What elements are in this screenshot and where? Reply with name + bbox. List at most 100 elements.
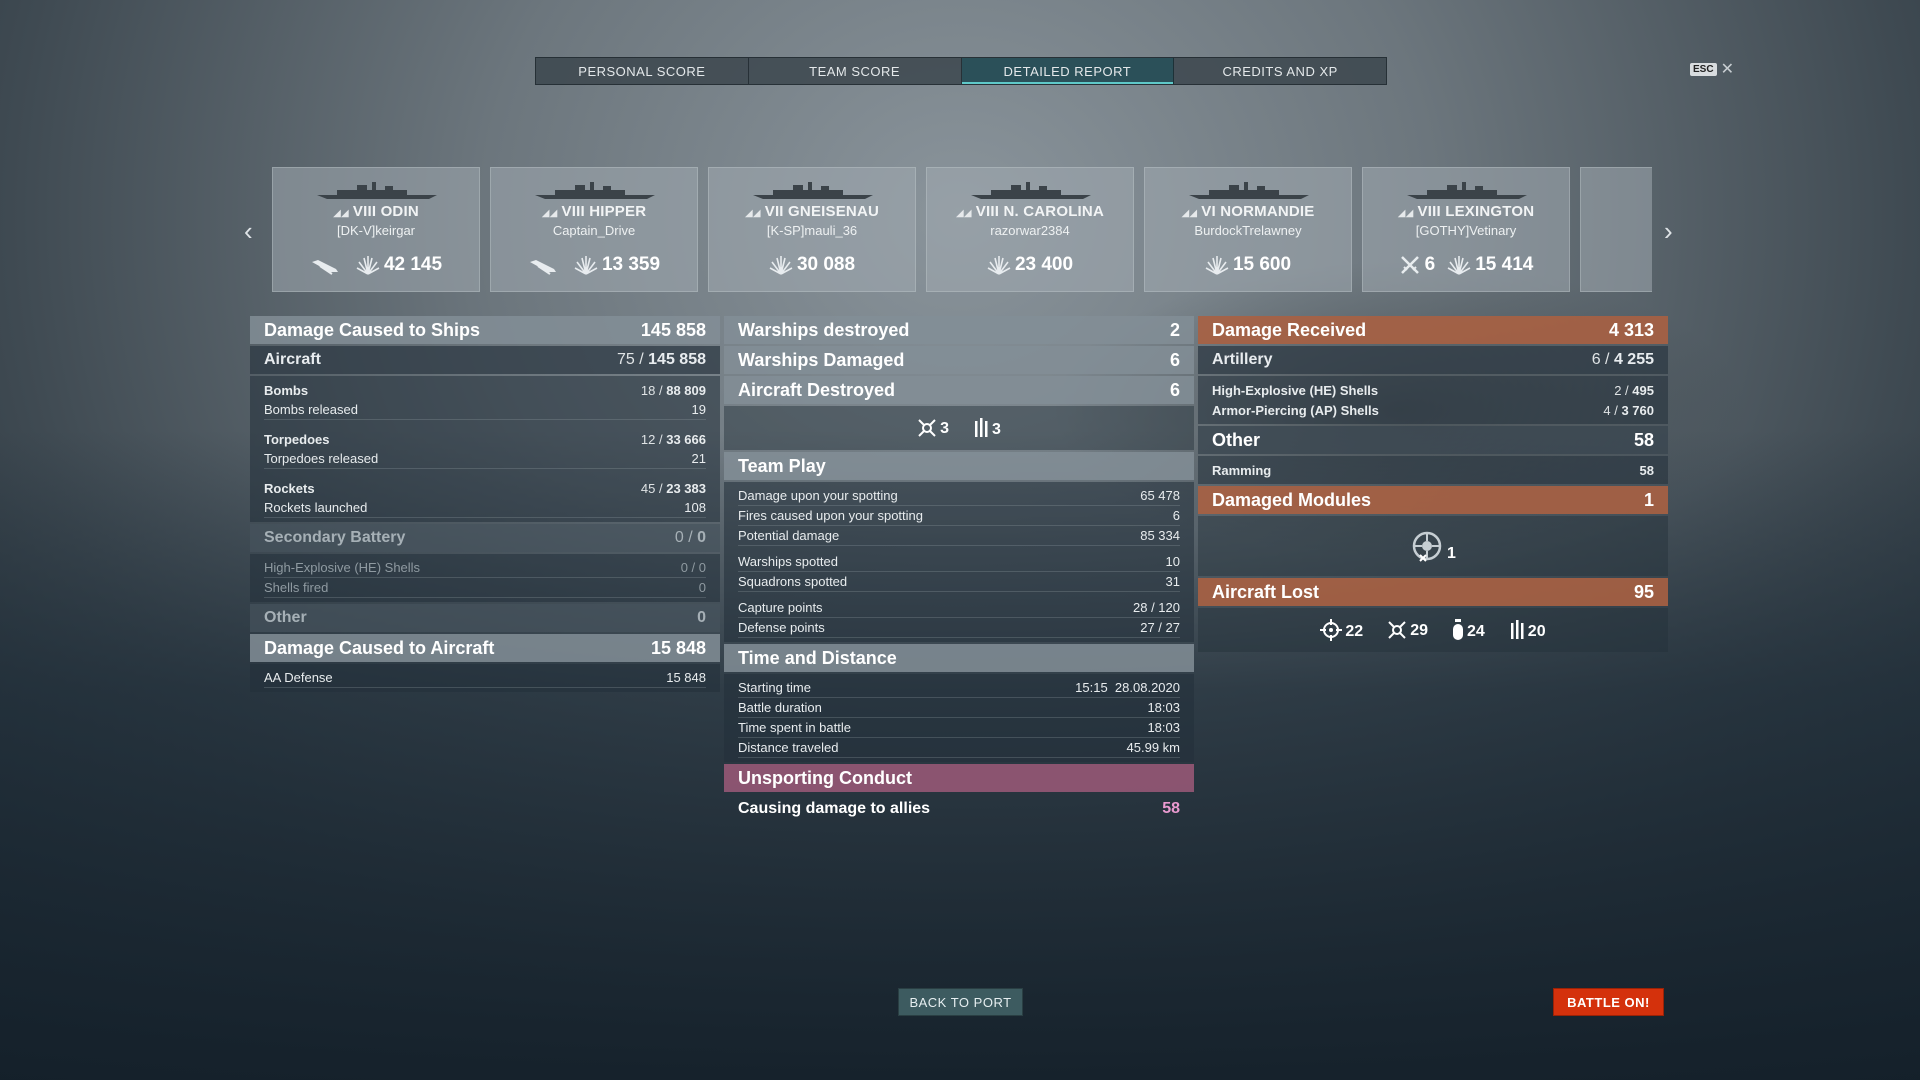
row-value: 21 xyxy=(691,451,706,466)
row-label: Rockets xyxy=(264,480,315,496)
row-value: 19 xyxy=(691,402,706,417)
warships-spotted-row: Warships spotted 10 xyxy=(738,552,1180,572)
ship-tier-name: VIII N. CAROLINA xyxy=(975,203,1104,220)
ship-card[interactable]: ◢◢ VIII LEXINGTON [GOTHY]Vetinary 6 15 414 xyxy=(1362,167,1570,292)
ship-card[interactable]: ◢◢ VI NORMANDIE BurdockTrelawney 15 600 xyxy=(1144,167,1352,292)
damage-burst-icon xyxy=(1205,254,1229,276)
header-value: 6 xyxy=(1169,379,1180,400)
ship-name: ◢◢ VIII N. CAROLINA xyxy=(927,203,1133,220)
achievements-panel: Warships destroyed 2 Warships Damaged 6 … xyxy=(724,316,1194,824)
aa-details: AA Defense 15 848 xyxy=(250,664,720,692)
ship-stat-value: 42 145 xyxy=(383,254,443,275)
aircraft-subheader: Aircraft 75 / 145 858 xyxy=(250,346,720,374)
subheader-value: 58 xyxy=(1633,429,1654,450)
player-name: [GOTHY]Vetinary xyxy=(1415,223,1517,238)
ship-silhouette-icon xyxy=(535,182,655,200)
ship-stat-value: 30 088 xyxy=(796,254,856,275)
header-label: Damage Received xyxy=(1212,319,1367,340)
back-to-port-button[interactable]: BACK TO PORT xyxy=(898,988,1023,1016)
player-name: [K-SP]mauli_36 xyxy=(766,223,858,238)
ship-card[interactable]: ◢◢ VIII HIPPER Captain_Drive 13 359 xyxy=(490,167,698,292)
potential-damage-row: Potential damage 85 334 xyxy=(738,526,1180,546)
ship-stat-value: 6 xyxy=(1424,254,1436,275)
ship-silhouette-icon xyxy=(317,182,437,200)
ship-card[interactable]: ◢◢ VIII N. CAROLINA razorwar2384 23 400 xyxy=(926,167,1134,292)
ship-tier-name: VII GNEISENAU xyxy=(764,203,880,220)
ship-name: ◢◢ VII GNEISENAU xyxy=(709,203,915,220)
ship-name: ◢◢ VIII HIPPER xyxy=(491,203,697,220)
hits-count: 75 / xyxy=(617,351,644,368)
ap-shells-row: Armor-Piercing (AP) Shells 4 / 3 760 xyxy=(1212,400,1654,420)
crosshair-icon xyxy=(1320,619,1343,641)
carousel-next-arrow[interactable]: › xyxy=(1664,216,1673,247)
bomb-count: 24 xyxy=(1467,623,1485,640)
row-value: 85 334 xyxy=(1140,528,1180,543)
ship-stat: 15 414 xyxy=(1447,254,1533,276)
row-value: 0 / 0 xyxy=(680,560,706,575)
player-name: BurdockTrelawney xyxy=(1194,223,1302,238)
esc-close[interactable]: ESC ✕ xyxy=(1690,59,1734,79)
hits-count: 2 / xyxy=(1614,382,1629,398)
ship-stat-value: 15 414 xyxy=(1475,254,1534,275)
battle-on-button[interactable]: BATTLE ON! xyxy=(1553,988,1664,1016)
ship-class-icon: ◢◢ xyxy=(744,208,761,219)
row-label: Causing damage to allies xyxy=(738,800,931,817)
row-value: 18:03 xyxy=(1147,720,1180,735)
header-label: Aircraft Destroyed xyxy=(738,379,896,400)
ship-stats: 15 600 xyxy=(1145,254,1351,276)
row-value: 65 478 xyxy=(1140,488,1180,503)
row-label: Fires caused upon your spotting xyxy=(738,508,923,523)
ship-stat-value: 23 400 xyxy=(1014,254,1074,275)
defense-points-row: Defense points 27 / 27 xyxy=(738,618,1180,638)
row-label: AA Defense xyxy=(264,670,333,685)
row-label: Distance traveled xyxy=(738,740,839,755)
hits-count: 45 / xyxy=(640,480,663,496)
row-label: Potential damage xyxy=(738,528,840,543)
ship-name: ◢◢ VIII LEXINGTON xyxy=(1363,203,1569,220)
plane-icon xyxy=(310,254,340,276)
torpedoes-row: Torpedoes 12 / 33 666 xyxy=(264,429,706,449)
damaged-modules-header: Damaged Modules 1 xyxy=(1198,486,1668,514)
ship-name: ◢◢ VIII ODIN xyxy=(273,203,479,220)
header-value: 6 xyxy=(1169,349,1180,370)
subheader-label: Aircraft xyxy=(264,351,321,368)
ship-carousel: ◢◢ VIII ODIN [DK-V]keirgar 42 145 ◢◢ VIII HIP… xyxy=(272,167,1652,292)
bombs-released-row: Bombs released 19 xyxy=(264,400,706,420)
bomb-stat: 24 xyxy=(1452,619,1485,641)
time-spent-row: Time spent in battle 18:03 xyxy=(738,718,1180,738)
damage-received-header: Damage Received 4 313 xyxy=(1198,316,1668,344)
time-distance-header: Time and Distance xyxy=(724,644,1194,672)
subheader-value: 0 xyxy=(697,609,706,626)
tab-personal-score[interactable]: PERSONAL SCORE xyxy=(536,58,749,84)
row-value: 58 xyxy=(1639,462,1654,478)
subheader-label: Other xyxy=(264,609,307,626)
ship-stat xyxy=(310,254,344,276)
fighter-count: 3 xyxy=(940,420,949,437)
ship-stat-value: 13 359 xyxy=(601,254,661,275)
ship-card-partial[interactable] xyxy=(1580,167,1652,292)
steering-gear-icon xyxy=(1412,531,1442,562)
ship-class-icon: ◢◢ xyxy=(956,208,972,219)
ship-class-icon: ◢◢ xyxy=(1397,208,1414,219)
hits-count: 6 / xyxy=(1591,351,1610,368)
header-value: 1 xyxy=(1643,489,1654,510)
torpedo-bomber-stat: 3 xyxy=(973,417,1001,439)
secondary-battery-subheader: Secondary Battery 0 / 0 xyxy=(250,524,720,552)
carousel-prev-arrow[interactable]: ‹ xyxy=(244,216,253,247)
row-label: Ramming xyxy=(1212,462,1272,478)
ship-card[interactable]: ◢◢ VII GNEISENAU [K-SP]mauli_36 30 088 xyxy=(708,167,916,292)
rockets-launched-row: Rockets launched 108 xyxy=(264,498,706,518)
header-label: Aircraft Lost xyxy=(1212,581,1320,602)
tab-team-score[interactable]: TEAM SCORE xyxy=(749,58,962,84)
ship-stat xyxy=(528,254,562,276)
distance-traveled-row: Distance traveled 45.99 km xyxy=(738,738,1180,758)
close-icon[interactable]: ✕ xyxy=(1721,59,1734,79)
header-label: Damage Caused to Ships xyxy=(264,319,481,340)
tab-credits-xp[interactable]: CREDITS AND XP xyxy=(1174,58,1386,84)
ship-card[interactable]: ◢◢ VIII ODIN [DK-V]keirgar 42 145 xyxy=(272,167,480,292)
damage-caused-aircraft-header: Damage Caused to Aircraft 15 848 xyxy=(250,634,720,662)
tab-detailed-report[interactable]: DETAILED REPORT xyxy=(961,58,1175,84)
row-value: 33 666 xyxy=(666,431,706,447)
damage-burst-icon xyxy=(356,254,380,276)
ship-silhouette-icon xyxy=(1189,182,1309,200)
